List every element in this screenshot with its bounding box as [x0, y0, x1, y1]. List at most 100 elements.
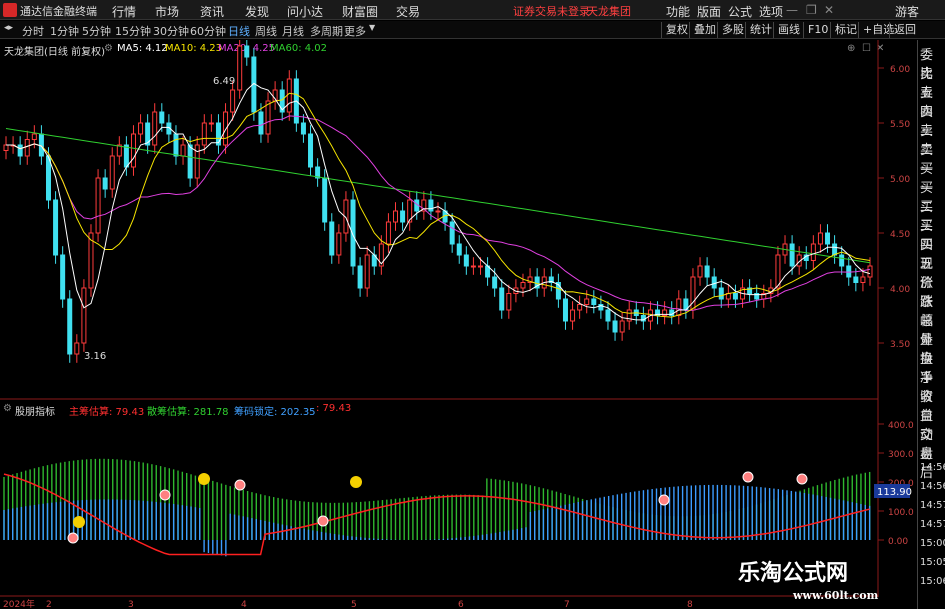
tab-monthly[interactable]: 月线 — [282, 23, 304, 39]
x-tick: 3 — [128, 600, 134, 609]
candle-body — [839, 254, 845, 267]
x-tick: 2 — [46, 600, 52, 609]
candle-body — [159, 111, 165, 124]
candle-body — [456, 243, 462, 256]
candle-body — [74, 342, 80, 355]
btn-biaoji[interactable]: 标记 — [830, 22, 861, 38]
candle-body — [789, 243, 795, 267]
candle-body — [506, 293, 512, 311]
candle-body — [428, 199, 434, 212]
candle-body — [853, 276, 859, 283]
menu-banmian[interactable]: 版面 — [697, 3, 721, 20]
minimize-icon[interactable]: — — [786, 3, 798, 17]
candle-body — [690, 276, 696, 311]
candle-body — [215, 122, 221, 146]
signal-marker-icon — [317, 515, 329, 527]
side-item[interactable]: 15:05 — [920, 557, 945, 568]
current-stock-tag: 天龙集团 — [587, 5, 631, 18]
tab-multi-period[interactable]: 多周期 — [310, 23, 343, 39]
candle-body — [697, 265, 703, 278]
price-tick: 4.00 — [890, 285, 910, 295]
btn-tongji[interactable]: 统计 — [745, 22, 776, 38]
price-chart[interactable]: 6.506.005.505.004.504.003.50 6.49 3.16 — [0, 40, 916, 400]
tab-weekly[interactable]: 周线 — [255, 23, 277, 39]
candle-body — [463, 254, 469, 267]
candle-body — [322, 177, 328, 223]
tab-15min[interactable]: 15分钟 — [115, 23, 151, 39]
candle-body — [17, 144, 23, 157]
menu-xuanxiang[interactable]: 选项 — [759, 3, 783, 20]
side-item[interactable]: 15:00 — [920, 538, 945, 549]
candle-body — [180, 144, 186, 157]
indicator-tick: 400.0 — [888, 421, 914, 431]
restore-icon[interactable]: ❐ — [806, 3, 817, 17]
candle-body — [732, 293, 738, 300]
candle-body — [329, 221, 335, 256]
side-item[interactable]: 14:56 — [920, 481, 945, 492]
toolbar-arrow-icon[interactable]: ◂▸ — [4, 23, 13, 33]
indicator-tick: 100.0 — [888, 508, 914, 518]
user-guest[interactable]: 游客 — [895, 3, 919, 20]
btn-f10[interactable]: F10 — [803, 22, 832, 38]
login-notice[interactable]: 证券交易未登录 — [513, 3, 590, 19]
candle-body — [393, 210, 399, 223]
candle-body — [570, 309, 576, 322]
candle-body — [612, 320, 618, 333]
watermark-title: 乐淘公式网 — [738, 561, 849, 586]
btn-duogu[interactable]: 多股 — [717, 22, 748, 38]
candle-body — [810, 243, 816, 261]
menu-caifuquan[interactable]: 财富圈 — [342, 3, 378, 20]
close-icon[interactable]: ✕ — [824, 3, 834, 17]
candle-body — [300, 122, 306, 135]
candle-body — [152, 111, 158, 146]
candle-body — [208, 122, 214, 125]
tab-30min[interactable]: 30分钟 — [153, 23, 189, 39]
menu-wenxiaoda[interactable]: 问小达 — [287, 3, 323, 20]
candle-body — [619, 320, 625, 333]
candle-body — [562, 298, 568, 322]
candle-body — [711, 276, 717, 289]
candle-body — [832, 243, 838, 256]
menu-shichang[interactable]: 市场 — [155, 3, 179, 20]
tab-fenshi[interactable]: 分时 — [22, 23, 44, 39]
indicator-current-value: 113.90 — [877, 487, 912, 498]
menu-jiaoyi[interactable]: 交易 — [396, 3, 420, 20]
candle-body — [336, 232, 342, 256]
side-item[interactable]: 14:57 — [920, 519, 945, 530]
menu-gongneng[interactable]: 功能 — [666, 3, 690, 20]
candle-body — [244, 45, 250, 58]
side-item[interactable]: 14:57 — [920, 500, 945, 511]
chevron-down-icon[interactable]: ▼ — [369, 23, 375, 32]
app-title: 通达信金融终端 — [20, 5, 97, 18]
tab-1min[interactable]: 1分钟 — [50, 23, 79, 39]
price-tick: 4.50 — [890, 230, 910, 240]
menu-bar: 通达信金融终端 行情 市场 资讯 发现 问小达 财富圈 交易 证券交易未登录 天… — [0, 0, 945, 20]
menu-faxian[interactable]: 发现 — [245, 3, 269, 20]
side-item[interactable]: 15:06 — [920, 576, 945, 587]
x-tick: 7 — [564, 600, 570, 609]
tab-60min[interactable]: 60分钟 — [190, 23, 226, 39]
smiley-marker-icon — [350, 476, 362, 488]
side-item[interactable]: 14:56 — [920, 462, 945, 473]
btn-huaxian[interactable]: 画线 — [773, 22, 804, 38]
tab-5min[interactable]: 5分钟 — [82, 23, 111, 39]
btn-fuquan[interactable]: 复权 — [661, 22, 692, 38]
btn-diejia[interactable]: 叠加 — [689, 22, 720, 38]
candle-body — [477, 265, 483, 268]
candle-body — [237, 45, 243, 91]
candle-body — [718, 287, 724, 300]
candle-body — [492, 276, 498, 289]
signal-marker-icon — [159, 489, 171, 501]
btn-back[interactable]: 返回 — [889, 22, 920, 38]
menu-hangqing[interactable]: 行情 — [112, 3, 136, 20]
signal-marker-icon — [658, 494, 670, 506]
quote-side-panel: 委比 卖五 卖四 卖三 卖二 卖一 买一 买二 买三 买四 买五 现价 涨跌 涨幅 总量 外盘 换手 净资 收益 自动… — [917, 40, 945, 609]
candle-body — [591, 298, 597, 305]
menu-gongshi[interactable]: 公式 — [728, 3, 752, 20]
price-tick: 3.50 — [890, 340, 910, 350]
tab-more[interactable]: 更多 — [344, 23, 366, 39]
indicator-tick: 300.0 — [888, 450, 914, 460]
candle-body — [860, 276, 866, 283]
tab-daily[interactable]: 日线 — [228, 23, 250, 39]
menu-zixun[interactable]: 资讯 — [200, 3, 224, 20]
